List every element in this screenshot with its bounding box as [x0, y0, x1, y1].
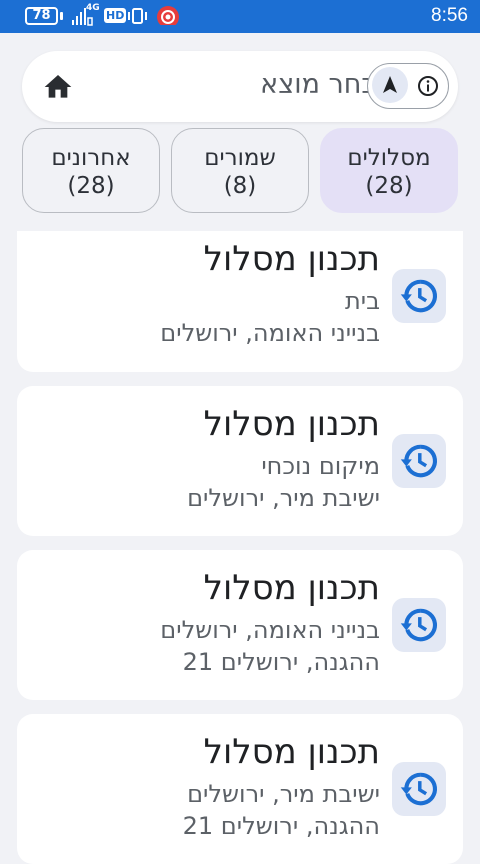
origin-search-input[interactable]: בחר מוצא — [182, 69, 377, 100]
history-icon — [400, 279, 438, 313]
tab-routes-count: (28) — [365, 173, 413, 199]
history-icon — [400, 608, 438, 642]
battery-level: 78 — [32, 8, 51, 23]
route-title: תכנון מסלול — [203, 732, 380, 772]
history-icon-badge — [392, 598, 446, 652]
tab-saved-count: (8) — [223, 173, 257, 199]
route-to: בנייני האומה, ירושלים — [160, 319, 380, 347]
location-controls — [367, 63, 449, 109]
history-icon-badge — [392, 434, 446, 488]
route-to: ההגנה, ירושלים 21 — [182, 648, 380, 676]
info-icon[interactable] — [417, 75, 439, 97]
route-from: בנייני האומה, ירושלים — [160, 616, 380, 644]
tab-routes[interactable]: מסלולים (28) — [320, 128, 458, 213]
screen-record-icon — [157, 6, 179, 25]
history-icon — [400, 444, 438, 478]
navigation-arrow-icon — [383, 76, 397, 93]
clock: 8:56 — [431, 5, 468, 26]
vibrate-icon — [128, 8, 147, 24]
tab-recent-label: אחרונים — [51, 145, 131, 171]
tab-saved-label: שמורים — [204, 145, 276, 171]
network-type: 4G — [86, 3, 100, 13]
tab-recent-count: (28) — [67, 173, 115, 199]
route-card[interactable]: תכנון מסלול בנייני האומה, ירושלים ההגנה,… — [17, 550, 463, 700]
route-title: תכנון מסלול — [203, 404, 380, 444]
origin-search-bar[interactable]: בחר מוצא — [22, 51, 458, 122]
route-to: ההגנה, ירושלים 21 — [182, 812, 380, 840]
battery-tip — [60, 12, 63, 20]
route-card[interactable]: תכנון מסלול ישיבת מיר, ירושלים ההגנה, יר… — [17, 714, 463, 864]
status-bar: 78 4G HD 8:56 — [0, 0, 480, 33]
route-title: תכנון מסלול — [203, 239, 380, 279]
tab-saved[interactable]: שמורים (8) — [171, 128, 309, 213]
route-card[interactable]: תכנון מסלול בית בנייני האומה, ירושלים — [17, 231, 463, 372]
tab-routes-label: מסלולים — [347, 145, 431, 171]
history-icon-badge — [392, 269, 446, 323]
history-icon — [400, 772, 438, 806]
route-title: תכנון מסלול — [203, 568, 380, 608]
hd-badge: HD — [104, 8, 127, 23]
route-from: ישיבת מיר, ירושלים — [187, 780, 380, 808]
route-to: ישיבת מיר, ירושלים — [187, 484, 380, 512]
route-card[interactable]: תכנון מסלול מיקום נוכחי ישיבת מיר, ירושל… — [17, 386, 463, 536]
route-from: בית — [344, 287, 380, 315]
route-from: מיקום נוכחי — [261, 452, 380, 480]
tab-recent[interactable]: אחרונים (28) — [22, 128, 160, 213]
home-icon[interactable] — [42, 71, 74, 103]
battery-indicator: 78 — [25, 7, 58, 25]
navigate-button[interactable] — [372, 67, 408, 103]
history-icon-badge — [392, 762, 446, 816]
